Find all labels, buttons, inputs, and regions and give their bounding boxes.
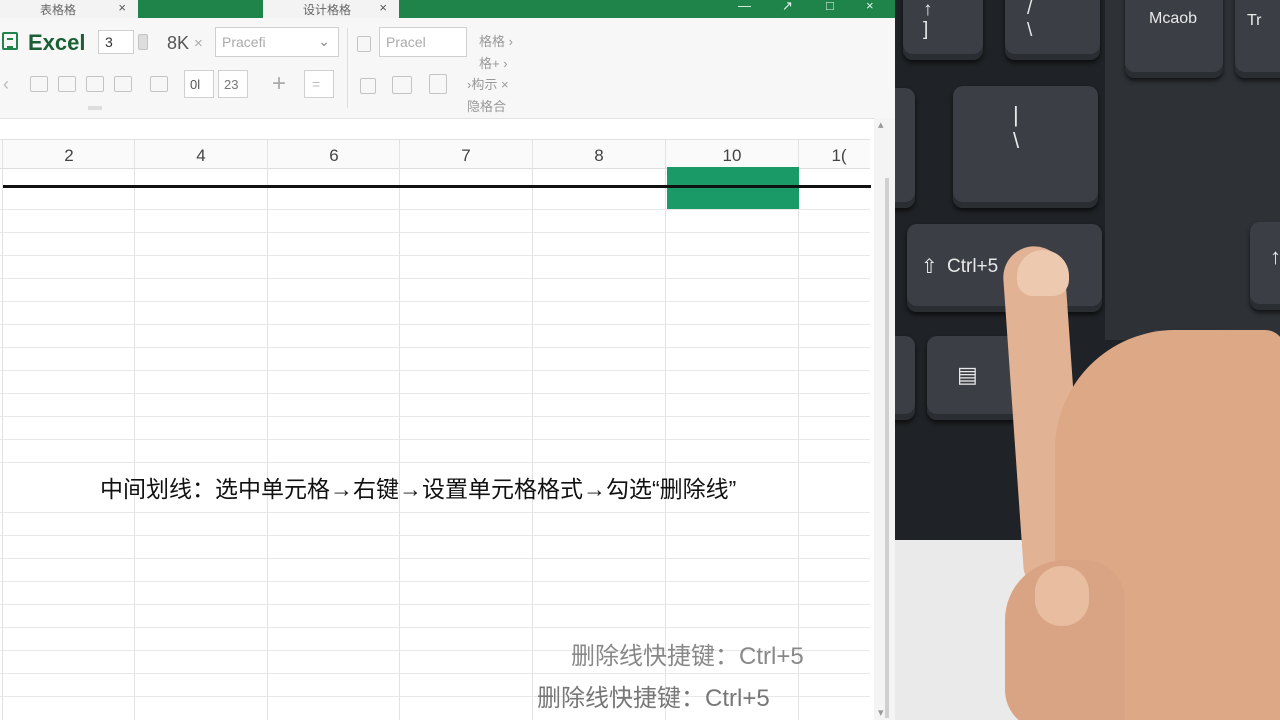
font-dropdown-value: Pracefi	[222, 34, 266, 50]
format-icon[interactable]	[357, 36, 371, 52]
number-input[interactable]: 3	[98, 30, 134, 54]
tab-label: 表格格	[40, 2, 77, 17]
decimal-button-2[interactable]: 23	[218, 70, 248, 98]
tab-workbook-1[interactable]: 表格格 ×	[0, 0, 138, 18]
key-label: Mcaob	[1149, 10, 1198, 27]
column-label[interactable]: 6	[268, 146, 400, 166]
list-icon[interactable]	[150, 76, 168, 92]
key-label: ↑ ]	[923, 0, 933, 40]
keyboard-photo: ↑ ] / \ Mcaob Tr | \ ⇧ Ctrl+5 ↑ ▤ ←	[895, 0, 1280, 720]
ribbon-side-label-4[interactable]: 隐格合	[467, 96, 506, 115]
vertical-scrollbar[interactable]: ▴ ▾	[874, 118, 895, 720]
scroll-down-icon[interactable]: ▾	[878, 706, 884, 719]
chevron-down-icon: ⌄	[318, 33, 330, 49]
key-label: ▤	[957, 362, 978, 387]
tr-key: Tr	[1235, 0, 1280, 78]
restore-icon[interactable]: ↗	[782, 0, 793, 14]
close-tab-icon[interactable]: ×	[379, 0, 387, 15]
meob-key: Mcaob	[1125, 0, 1223, 78]
size-label: 8K	[167, 33, 190, 53]
shapes-icon[interactable]	[392, 76, 412, 94]
clear-format-icon[interactable]	[86, 76, 104, 92]
up-arrow-key: ↑	[1250, 222, 1280, 310]
key-label: ↑	[1270, 244, 1280, 269]
font-input[interactable]: Pracel	[379, 27, 467, 57]
column-label[interactable]: 4	[135, 146, 267, 166]
decimal-button-1[interactable]: 0l	[184, 70, 214, 98]
column-label[interactable]: 1(	[799, 146, 879, 166]
tab-workbook-2[interactable]: 设计格格 ×	[263, 0, 399, 18]
backslash-key-top: / \	[1005, 0, 1100, 60]
key-label: Ctrl+5	[947, 256, 999, 277]
shortcut-hint-secondary: 删除线快捷键：Ctrl+5	[537, 685, 770, 712]
spin-icon[interactable]	[138, 34, 148, 50]
plus-icon[interactable]: +	[272, 70, 286, 98]
pipe-key: | \	[953, 86, 1098, 208]
clipboard-icon[interactable]	[429, 74, 447, 94]
close-tab-icon[interactable]: ×	[118, 0, 126, 15]
column-label[interactable]: 7	[400, 146, 532, 166]
align-left-icon[interactable]	[30, 76, 48, 92]
instruction-caption: 中间划线：选中单元格→右键→设置单元格格式→勾选“删除线”	[100, 476, 737, 502]
side-key-left-2	[895, 336, 915, 420]
column-label[interactable]: 2	[3, 146, 135, 166]
align-center-icon[interactable]	[58, 76, 76, 92]
ribbon-grip	[88, 106, 102, 110]
key-label: / \	[1027, 0, 1033, 41]
ribbon-side-label-2[interactable]: 格+ ›	[479, 53, 508, 72]
column-label[interactable]: 10	[666, 146, 798, 166]
tab-label: 设计格格	[303, 2, 352, 17]
side-key-left	[895, 88, 915, 208]
back-arrow-icon[interactable]: ‹	[3, 74, 9, 95]
strikethrough-line	[3, 185, 871, 188]
ribbon-side-label-1[interactable]: 格格 ›	[479, 31, 513, 50]
size-close-icon[interactable]: ×	[194, 35, 203, 52]
home-icon[interactable]	[360, 78, 376, 94]
app-name: Excel	[28, 30, 86, 55]
key-label: | \	[1013, 102, 1020, 153]
excel-logo-icon	[2, 32, 18, 50]
selected-cell[interactable]	[667, 167, 799, 209]
font-dropdown[interactable]: Pracefi ⌄	[215, 27, 339, 57]
minimize-icon[interactable]: —	[738, 0, 751, 13]
bracket-key: ↑ ]	[903, 0, 983, 60]
title-bar: 表格格 × 设计格格 × — ↗ □ ×	[0, 0, 895, 18]
equals-icon[interactable]: =	[304, 70, 334, 98]
column-header: 2 4 6 7 8 10 1(	[0, 139, 870, 169]
ribbon-side-label-3[interactable]: ›构示 ×	[467, 74, 509, 93]
merge-icon[interactable]	[114, 76, 132, 92]
shortcut-hint: 删除线快捷键：Ctrl+5	[571, 643, 804, 670]
close-window-icon[interactable]: ×	[866, 0, 874, 13]
scroll-up-icon[interactable]: ▴	[878, 118, 884, 131]
excel-window: 表格格 × 设计格格 × — ↗ □ × Excel 3 8K × Pracef…	[0, 0, 895, 720]
shift-icon: ⇧	[921, 256, 938, 278]
scrollbar-thumb[interactable]	[885, 178, 889, 718]
key-label: Tr	[1247, 12, 1262, 29]
column-label[interactable]: 8	[533, 146, 665, 166]
ribbon: Excel 3 8K × Pracefi ⌄ Pracel 格格 › 格+ › …	[0, 18, 895, 119]
maximize-icon[interactable]: □	[826, 0, 834, 13]
